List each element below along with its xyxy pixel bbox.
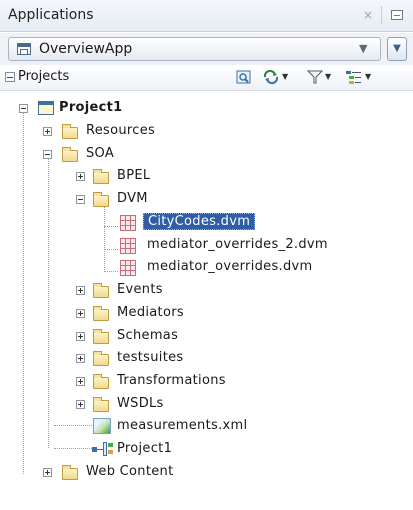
tree-item-project1-composite[interactable]: Project1 [0,439,220,461]
tree-item-dvm[interactable]: DVM [0,189,220,211]
collapse-toggle[interactable] [19,104,28,113]
expand-toggle[interactable] [76,354,85,363]
tree-item-project1[interactable]: Project1 [0,98,200,120]
view-options-icon [346,71,361,84]
folder-icon [93,351,109,366]
dvm-file-icon [120,260,136,276]
folder-icon [93,169,109,184]
collapse-toggle[interactable] [43,150,52,159]
tree-item-label: Resources [86,123,156,138]
application-menu-button[interactable]: ▼ [387,37,407,61]
tree-item-label: CityCodes.dvm [143,213,256,230]
expand-toggle[interactable] [76,309,85,318]
projects-toolbar: Projects ▼ ▼ ▼ [0,65,413,91]
tree-item-label: SOA [86,146,115,161]
application-name: OverviewApp [39,41,133,57]
folder-icon [93,192,109,207]
application-icon [17,43,31,55]
composite-icon [92,441,114,457]
tree-item-bpel[interactable]: BPEL [0,166,220,188]
chevron-down-icon: ▼ [325,72,332,81]
tree-item-testsuites[interactable]: testsuites [0,348,220,370]
tree-item-label: Mediators [117,305,184,320]
tree-item-citycodes-dvm[interactable]: CityCodes.dvm [0,212,300,234]
refresh-icon [263,69,279,85]
view-options-button[interactable]: ▼ [345,69,375,87]
tree-item-label: Schemas [117,328,179,343]
tree-item-web-content[interactable]: Web Content [0,462,240,484]
folder-icon [62,465,78,480]
folder-icon [62,124,78,139]
tree-item-label: testsuites [117,350,184,365]
tree-item-label: measurements.xml [117,418,248,433]
tree-item-transformations[interactable]: Transformations [0,371,260,393]
projects-label: Projects [18,69,70,84]
tree-item-schemas[interactable]: Schemas [0,326,220,348]
chevron-down-icon: ▼ [282,72,289,81]
expand-toggle[interactable] [76,400,85,409]
tree-item-mediator-overrides-dvm[interactable]: mediator_overrides.dvm [0,257,410,279]
expand-toggle[interactable] [76,332,85,341]
search-icon [236,70,251,84]
tree-item-events[interactable]: Events [0,280,220,302]
folder-icon [93,397,109,412]
collapse-toggle[interactable] [76,195,85,204]
application-selector[interactable]: OverviewApp ▼ [8,37,381,61]
tree-item-label: Project1 [117,441,173,456]
close-icon[interactable]: × [363,8,373,22]
folder-icon [93,374,109,389]
project-tree: Project1 Resources SOA BPEL DVM CityCode… [0,92,413,510]
tree-item-label: mediator_overrides_2.dvm [147,237,328,252]
tree-item-label: Transformations [117,373,226,388]
minimize-icon[interactable] [391,10,403,20]
search-button[interactable] [236,69,254,87]
folder-icon [93,329,109,344]
tree-item-label: Project1 [59,100,123,115]
tree-item-wsdls[interactable]: WSDLs [0,394,220,416]
dvm-file-icon [120,215,136,231]
expand-toggle[interactable] [43,468,52,477]
collapse-icon[interactable] [5,72,15,82]
tree-item-soa[interactable]: SOA [0,144,200,166]
tree-item-resources[interactable]: Resources [0,121,220,143]
filter-button[interactable]: ▼ [306,69,335,87]
folder-icon [93,283,109,298]
folder-icon [93,306,109,321]
refresh-button[interactable]: ▼ [262,69,292,87]
application-bar: OverviewApp ▼ ▼ [0,33,413,65]
tree-item-label: WSDLs [117,396,164,411]
chevron-down-icon: ▼ [359,42,368,55]
expand-toggle[interactable] [76,172,85,181]
tree-item-label: Events [117,282,163,297]
tree-item-label: Web Content [86,464,174,479]
panel-title: Applications [8,7,94,23]
filter-icon [306,70,324,84]
applications-titlebar: Applications × [0,0,413,32]
folder-icon [62,147,78,162]
project-icon [38,101,54,115]
tree-item-label: DVM [117,191,148,206]
tree-item-mediator-overrides-2-dvm[interactable]: mediator_overrides_2.dvm [0,235,410,257]
expand-toggle[interactable] [43,127,52,136]
chevron-down-icon: ▼ [365,72,372,81]
expand-toggle[interactable] [76,286,85,295]
tree-item-measurements-xml[interactable]: measurements.xml [0,416,280,438]
expand-toggle[interactable] [76,377,85,386]
tree-item-label: mediator_overrides.dvm [147,259,313,274]
measurement-chart-icon [93,418,111,434]
dvm-file-icon [120,238,136,254]
tree-item-label: BPEL [117,168,151,183]
tree-item-mediators[interactable]: Mediators [0,303,220,325]
titlebar-divider [381,6,382,24]
